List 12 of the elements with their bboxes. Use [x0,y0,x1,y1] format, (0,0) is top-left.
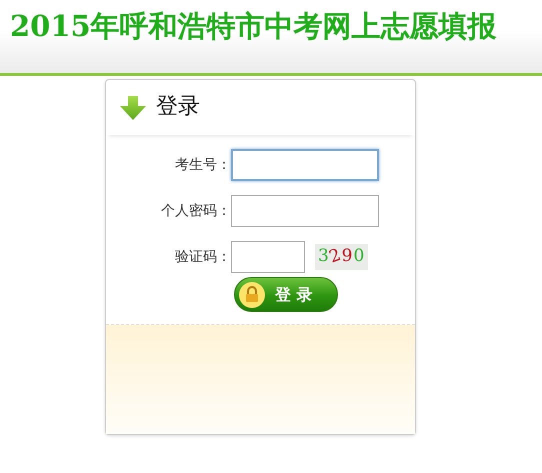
page-title: 2015年呼和浩特市中考网上志愿填报 [10,8,498,45]
field-label: 个人密码： [160,202,231,220]
panel-heading: 登录 [156,94,200,121]
login-button[interactable]: 登 录 [234,277,338,312]
captcha-image: 3290 [315,244,368,270]
field-label: 考生号： [174,156,231,174]
field-label: 验证码： [174,248,231,266]
password-field[interactable] [231,195,379,227]
lock-icon [239,282,265,308]
captcha-field[interactable] [231,241,305,273]
input-field[interactable] [231,149,379,181]
down-arrow-icon [120,96,146,120]
